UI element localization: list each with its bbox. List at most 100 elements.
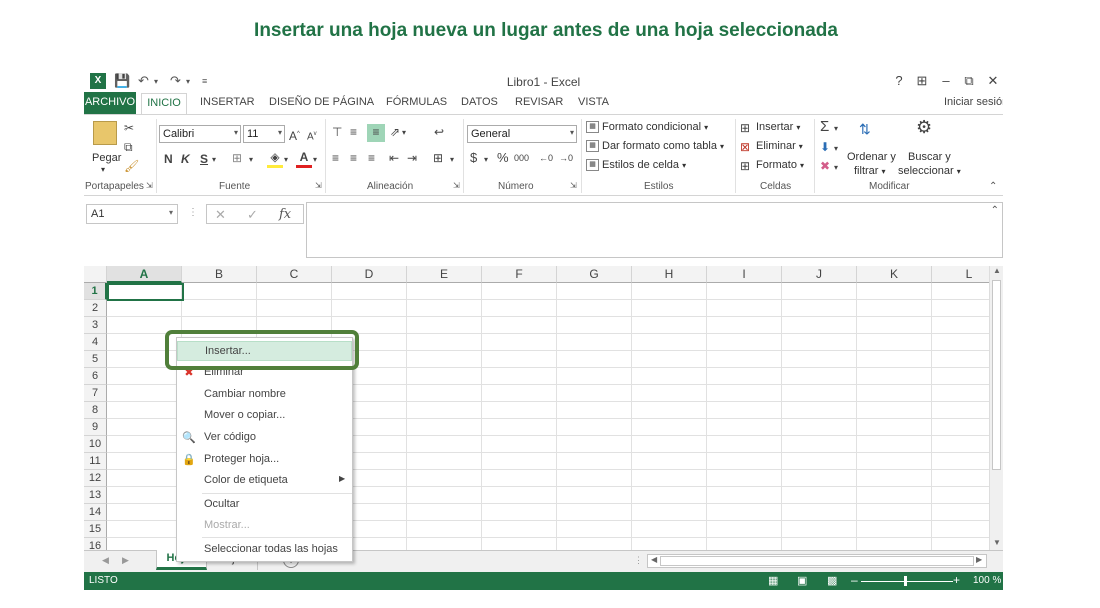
paste-dropdown-icon[interactable]: ▾ bbox=[101, 165, 105, 174]
row-header[interactable]: 8 bbox=[84, 402, 107, 419]
vertical-scrollbar[interactable]: ▲ ▼ bbox=[989, 266, 1003, 550]
row-header[interactable]: 14 bbox=[84, 504, 107, 521]
align-right-icon[interactable]: ≡ bbox=[368, 150, 375, 166]
row-header[interactable]: 10 bbox=[84, 436, 107, 453]
decrease-decimal-icon[interactable]: →0 bbox=[559, 150, 573, 166]
align-left-icon[interactable]: ≡ bbox=[332, 150, 339, 166]
align-bottom-icon[interactable]: ≡ bbox=[367, 124, 385, 142]
horizontal-scrollbar[interactable]: ◀ ▶ bbox=[647, 554, 987, 568]
wrap-text-icon[interactable]: ↩ bbox=[434, 124, 444, 140]
menu-item-view-code[interactable]: 🔍 Ver código bbox=[177, 428, 352, 448]
expand-formula-icon[interactable]: ⌃ bbox=[991, 205, 999, 216]
select-all-corner[interactable] bbox=[84, 266, 107, 283]
merge-center-icon[interactable]: ⊞ bbox=[433, 150, 443, 166]
column-header[interactable]: G bbox=[557, 266, 632, 283]
format-painter-icon[interactable]: 🖌 bbox=[124, 158, 139, 174]
zoom-out-icon[interactable]: – bbox=[851, 573, 858, 587]
formula-input[interactable]: ⌃ bbox=[306, 202, 1003, 258]
zoom-in-icon[interactable]: + bbox=[953, 573, 960, 587]
scroll-right-icon[interactable]: ▶ bbox=[976, 555, 982, 564]
name-box[interactable]: A1 ▾ bbox=[86, 204, 178, 224]
cut-icon[interactable]: ✂ bbox=[124, 120, 134, 136]
number-format-combo[interactable]: General ▾ bbox=[467, 125, 577, 143]
minimize-icon[interactable]: – bbox=[936, 73, 956, 88]
increase-indent-icon[interactable]: ⇥ bbox=[407, 150, 417, 166]
tab-page-layout[interactable]: DISEÑO DE PÁGINA bbox=[269, 96, 374, 108]
fill-icon[interactable]: ⬇ bbox=[820, 139, 830, 155]
fill-dropdown-icon[interactable]: ▾ bbox=[284, 152, 288, 168]
comma-style-icon[interactable]: 000 bbox=[514, 150, 529, 166]
align-middle-icon[interactable]: ≡ bbox=[350, 124, 357, 140]
column-header[interactable]: K bbox=[857, 266, 932, 283]
font-name-combo[interactable]: Calibri ▾ bbox=[159, 125, 241, 143]
clear-icon[interactable]: ✖ bbox=[820, 158, 830, 174]
menu-item-tab-color[interactable]: Color de etiqueta ▶ bbox=[177, 471, 352, 491]
collapse-ribbon-icon[interactable]: ⌃ bbox=[989, 181, 997, 192]
currency-button[interactable]: $ bbox=[470, 150, 477, 166]
autosum-icon[interactable]: Σ bbox=[820, 119, 829, 135]
row-header[interactable]: 13 bbox=[84, 487, 107, 504]
increase-font-icon[interactable]: A^ bbox=[289, 126, 300, 144]
borders-icon[interactable]: ⊞ bbox=[232, 150, 242, 166]
menu-item-select-all-sheets[interactable]: Seleccionar todas las hojas bbox=[177, 540, 352, 560]
horizontal-scroll-thumb[interactable] bbox=[660, 556, 974, 566]
menu-item-rename[interactable]: Cambiar nombre bbox=[177, 385, 352, 405]
active-cell[interactable] bbox=[107, 283, 184, 301]
delete-cells-button[interactable]: Eliminar ▾ bbox=[756, 140, 803, 152]
tab-split-grip-icon[interactable]: ⋮ bbox=[634, 555, 643, 566]
align-top-icon[interactable]: ⊤ bbox=[332, 124, 342, 140]
normal-view-icon[interactable]: ▦ bbox=[768, 574, 778, 587]
column-header[interactable]: D bbox=[332, 266, 407, 283]
increase-decimal-icon[interactable]: ←0 bbox=[539, 150, 553, 166]
fill-color-icon[interactable]: ◈ bbox=[267, 149, 283, 168]
restore-icon[interactable]: ⧉ bbox=[959, 73, 979, 89]
sign-in-link[interactable]: Iniciar sesión bbox=[944, 96, 1003, 108]
insert-cells-button[interactable]: Insertar ▾ bbox=[756, 121, 800, 133]
enter-icon[interactable]: ✓ bbox=[247, 207, 258, 223]
conditional-format-button[interactable]: Formato condicional ▾ bbox=[602, 121, 708, 133]
find-select-label-2[interactable]: seleccionar ▾ bbox=[898, 165, 961, 177]
help-button[interactable]: ? bbox=[889, 73, 909, 88]
row-header[interactable]: 2 bbox=[84, 300, 107, 317]
sort-filter-icon[interactable]: ⇅ bbox=[859, 121, 871, 137]
decrease-indent-icon[interactable]: ⇤ bbox=[389, 150, 399, 166]
scroll-up-icon[interactable]: ▲ bbox=[993, 266, 1001, 275]
menu-item-protect-sheet[interactable]: 🔒 Proteger hoja... bbox=[177, 450, 352, 470]
row-header[interactable]: 1 bbox=[84, 283, 107, 300]
merge-dropdown-icon[interactable]: ▾ bbox=[450, 152, 454, 168]
column-header[interactable]: H bbox=[632, 266, 707, 283]
scroll-left-icon[interactable]: ◀ bbox=[651, 555, 657, 564]
page-break-view-icon[interactable]: ▩ bbox=[827, 574, 837, 587]
sort-filter-label-2[interactable]: filtrar ▾ bbox=[854, 165, 886, 177]
fill-dropdown-icon[interactable]: ▾ bbox=[834, 141, 838, 157]
column-header[interactable]: L bbox=[932, 266, 989, 283]
binoculars-icon[interactable]: ⚙ bbox=[916, 118, 932, 136]
tab-file[interactable]: ARCHIVO bbox=[84, 92, 136, 114]
orientation-dropdown-icon[interactable]: ▾ bbox=[402, 125, 406, 141]
row-header[interactable]: 3 bbox=[84, 317, 107, 334]
close-icon[interactable]: ✕ bbox=[983, 73, 1003, 89]
zoom-slider[interactable] bbox=[861, 581, 953, 582]
underline-dropdown-icon[interactable]: ▾ bbox=[212, 152, 216, 168]
column-header[interactable]: C bbox=[257, 266, 332, 283]
row-header[interactable]: 5 bbox=[84, 351, 107, 368]
column-header[interactable]: A bbox=[107, 266, 182, 283]
tab-insert[interactable]: INSERTAR bbox=[200, 96, 255, 108]
menu-item-hide[interactable]: Ocultar bbox=[177, 495, 352, 515]
row-header[interactable]: 11 bbox=[84, 453, 107, 470]
decrease-font-icon[interactable]: Av bbox=[307, 126, 317, 145]
scroll-thumb[interactable] bbox=[992, 280, 1001, 470]
ribbon-display-icon[interactable]: ⊞ bbox=[912, 73, 932, 89]
row-header[interactable]: 6 bbox=[84, 368, 107, 385]
column-header[interactable]: J bbox=[782, 266, 857, 283]
align-center-icon[interactable]: ≡ bbox=[350, 150, 357, 166]
row-header[interactable]: 9 bbox=[84, 419, 107, 436]
format-table-button[interactable]: Dar formato como tabla ▾ bbox=[602, 140, 724, 152]
paste-button[interactable]: Pegar bbox=[92, 152, 121, 164]
row-header[interactable]: 7 bbox=[84, 385, 107, 402]
copy-icon[interactable]: ⧉ bbox=[124, 139, 133, 155]
column-header[interactable]: I bbox=[707, 266, 782, 283]
alignment-launcher-icon[interactable]: ⇲ bbox=[453, 181, 460, 190]
tab-review[interactable]: REVISAR bbox=[515, 96, 563, 108]
next-sheet-icon[interactable]: ▶ bbox=[122, 555, 129, 566]
